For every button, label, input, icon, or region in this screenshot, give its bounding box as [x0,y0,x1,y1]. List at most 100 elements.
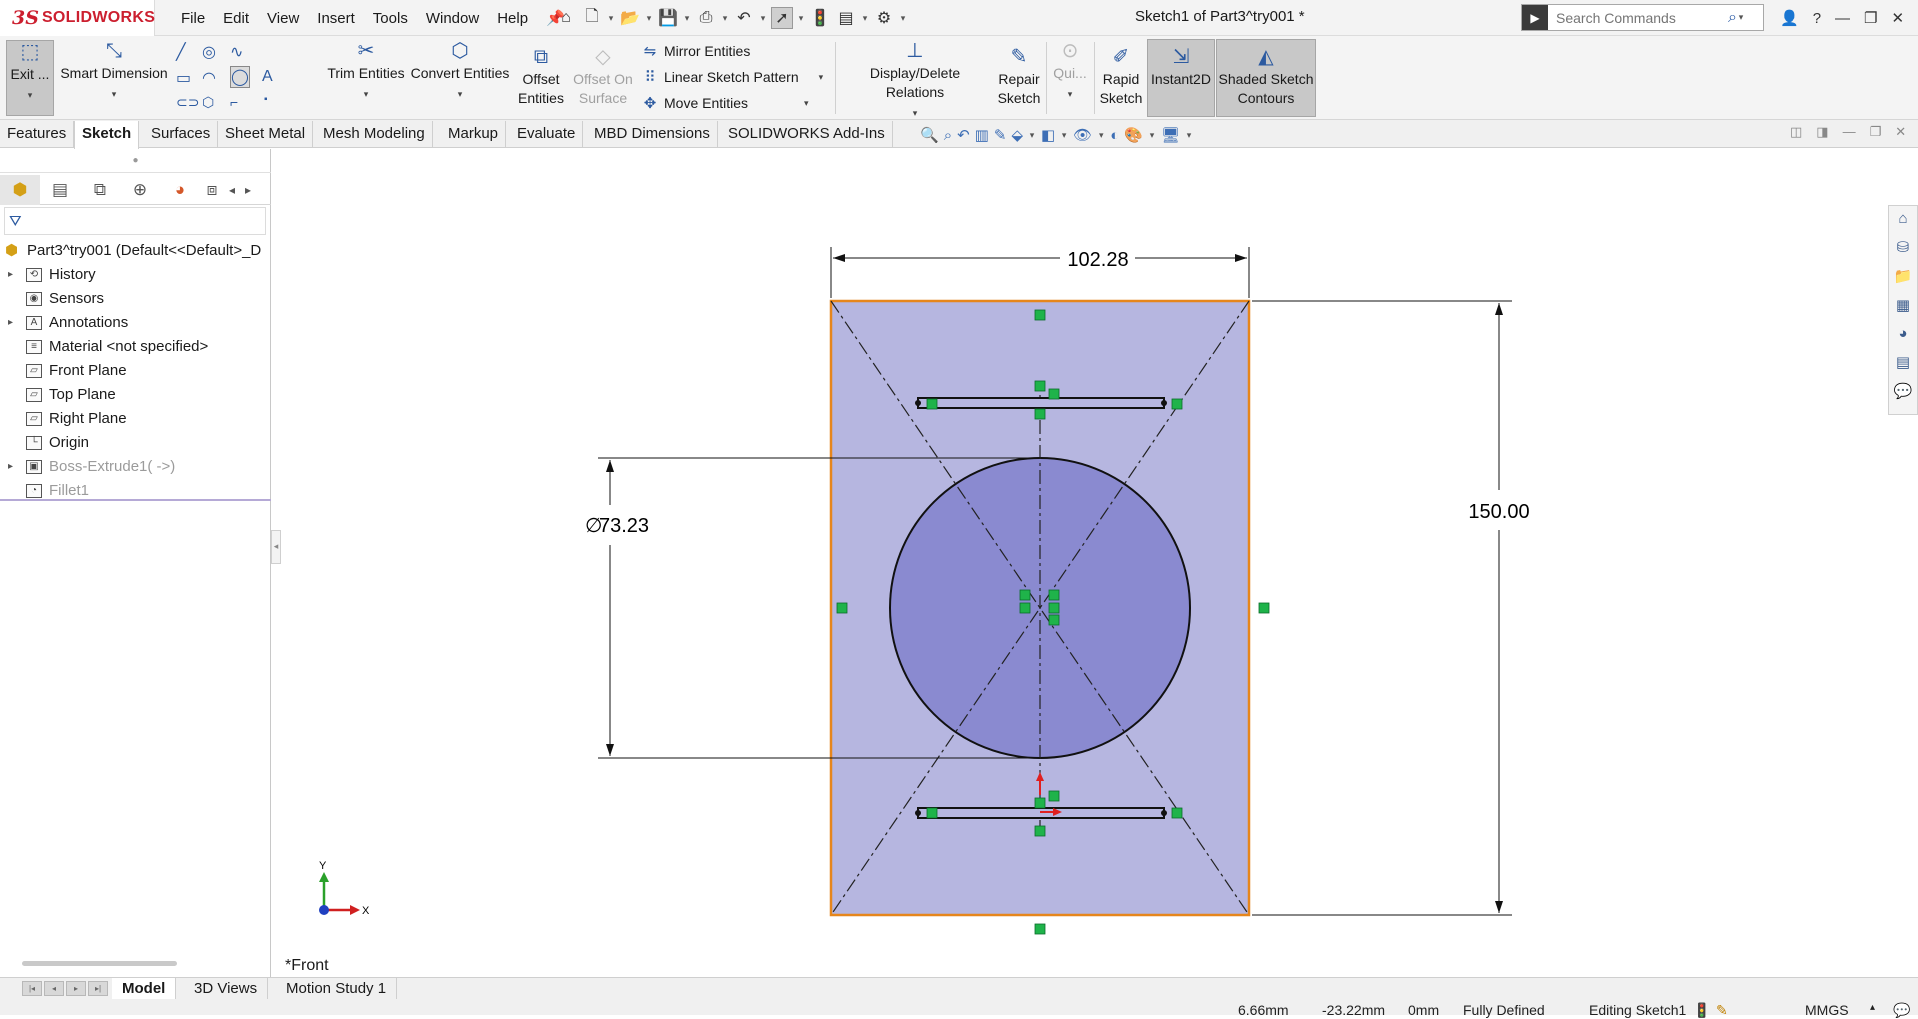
new-document-icon[interactable]: 🗋 [581,7,603,29]
chevron-down-icon[interactable]: ▾ [112,89,117,99]
open-icon[interactable]: 📂 [619,7,641,29]
panel-scroll-right-icon[interactable]: ▸ [240,175,256,205]
chevron-down-icon[interactable]: ▾ [364,89,369,99]
chevron-down-icon[interactable]: ▾ [683,13,691,24]
file-explorer-icon[interactable]: 📁 [1894,267,1913,285]
shaded-sketch-contours-button[interactable]: ◭ Shaded Sketch Contours [1216,39,1316,117]
exit-sketch-button[interactable]: ⬚ Exit ... ▾ [6,40,54,116]
chevron-down-icon[interactable]: ▾ [1185,130,1193,141]
linear-sketch-pattern-button[interactable]: ⠿ Linear Sketch Pattern ▾ [642,68,824,86]
quick-snaps-button[interactable]: ⊙ Qui... ▾ [1050,40,1090,116]
appearances-icon[interactable]: ◕ [1898,325,1907,342]
relation-marker-icon[interactable] [1034,797,1046,809]
file-properties-icon[interactable]: ▤ [835,7,857,29]
relation-marker-icon[interactable] [1171,398,1183,410]
menu-window[interactable]: Window [417,10,488,27]
width-dimension-text[interactable]: 102.28 [1067,249,1128,271]
expand-arrow-icon[interactable]: ▸ [8,263,13,287]
chevron-down-icon[interactable]: ▾ [913,108,918,118]
offset-on-surface-button[interactable]: ◇ Offset On Surface [570,46,636,116]
chevron-down-icon[interactable]: ▾ [1148,130,1156,141]
sketch-endpoint[interactable] [915,810,921,816]
arc-icon[interactable]: ◠ [202,68,216,88]
restore-icon[interactable]: ❐ [1864,9,1877,27]
rapid-sketch-button[interactable]: ✐ Rapid Sketch [1098,46,1144,116]
configurationmanager-tab-icon[interactable]: ⧉ [80,175,120,205]
tab-markup[interactable]: Markup [441,121,507,147]
point-icon[interactable]: ▪ [264,94,268,105]
zoom-to-fit-icon[interactable]: 🔍 [920,126,939,144]
tab-features[interactable]: Features [0,121,75,147]
displaymanager-tab-icon[interactable]: ◕ [160,175,200,205]
relation-marker-icon[interactable] [1048,790,1060,802]
tree-item-top-plane[interactable]: ▱ Top Plane [0,383,271,407]
home-icon[interactable]: ⌂ [555,7,577,29]
relation-marker-icon[interactable] [1048,602,1060,614]
diameter-dimension-text[interactable]: 73.23 [599,515,649,537]
sketch-endpoint[interactable] [1161,810,1167,816]
sketch-canvas[interactable]: 102.28 150.00 ∅ 73.23 Y X [272,149,1918,977]
menu-help[interactable]: Help [488,10,537,27]
chevron-down-icon[interactable]: ▾ [645,13,653,24]
first-tab-icon[interactable]: |◂ [22,981,42,996]
solidworks-logo[interactable]: 3S SOLIDWORKS [0,0,155,36]
width-dimension[interactable]: 102.28 [830,247,1250,298]
user-icon[interactable]: 👤 [1780,9,1799,27]
convert-entities-button[interactable]: ⬡ Convert Entities ▾ [410,40,510,116]
tab-solidworks-addins[interactable]: SOLIDWORKS Add-Ins [721,121,893,147]
featuremanager-tab-icon[interactable]: ⬢ [0,174,40,205]
doc-minimize-icon[interactable]: — [1843,124,1856,140]
forum-icon[interactable]: 💬 [1894,382,1913,400]
fillet-sketch-icon[interactable]: ⌐ [230,94,238,110]
prev-tab-icon[interactable]: ◂ [44,981,64,996]
tab-evaluate[interactable]: Evaluate [510,121,584,147]
relation-marker-icon[interactable] [1019,589,1031,601]
menu-file[interactable]: File [172,10,214,27]
options-gear-icon[interactable]: ⚙ [873,7,895,29]
tile-left-icon[interactable]: ◫ [1790,124,1802,140]
relation-marker-icon[interactable] [1034,825,1046,837]
relation-marker-icon[interactable] [1048,388,1060,400]
custom-properties-icon[interactable]: ▤ [1896,353,1910,371]
design-library-icon[interactable]: ⛁ [1897,238,1910,256]
relation-marker-icon[interactable] [1034,380,1046,392]
zoom-to-area-icon[interactable]: ⌕ [944,127,952,144]
tree-item-material-not-specified[interactable]: ≡ Material <not specified> [0,335,271,359]
doc-restore-icon[interactable]: ❐ [1870,124,1882,140]
polygon-icon[interactable]: ◯ [230,66,250,88]
tab-3d-views[interactable]: 3D Views [184,978,269,1000]
menu-tools[interactable]: Tools [364,10,417,27]
chevron-down-icon[interactable]: ▾ [797,13,805,24]
next-tab-icon[interactable]: ▸ [66,981,86,996]
tree-item-right-plane[interactable]: ▱ Right Plane [0,407,271,431]
line-icon[interactable]: ╱ [176,42,186,62]
chevron-down-icon[interactable]: ▾ [1097,130,1105,141]
tab-sheet-metal[interactable]: Sheet Metal [218,121,314,147]
tree-item-boss-extrude1[interactable]: ▸ ▣ Boss-Extrude1( ->) [0,455,271,479]
slot-icon[interactable]: ⊂⊃ [176,94,199,111]
apply-scene-icon[interactable]: 🎨 [1124,126,1143,144]
display-delete-relations-button[interactable]: ⊥ Display/Delete Relations ▾ [840,40,990,118]
solidworks-resources-icon[interactable]: ⌂ [1898,210,1907,227]
chevron-down-icon[interactable]: ▾ [1737,12,1745,23]
search-icon[interactable]: ⌕ [1728,9,1737,27]
text-tool-icon[interactable]: A [262,68,273,86]
menu-insert[interactable]: Insert [308,10,364,27]
height-dimension-text[interactable]: 150.00 [1468,501,1529,523]
display-style-icon[interactable]: ◧ [1041,126,1055,144]
feedback-icon[interactable]: 💬 [1893,1002,1910,1019]
chevron-down-icon[interactable]: ▾ [861,13,869,24]
circle-icon[interactable]: ◎ [202,42,216,62]
rollback-bar[interactable] [0,499,271,501]
doc-close-icon[interactable]: ✕ [1895,124,1906,140]
sketch-endpoint[interactable] [915,400,921,406]
tree-item-sensors[interactable]: ◉ Sensors [0,287,271,311]
panel-horizontal-scrollbar[interactable] [22,961,177,966]
mirror-entities-button[interactable]: ⇋ Mirror Entities [642,42,751,60]
tree-item-annotations[interactable]: ▸ A Annotations [0,311,271,335]
chevron-up-icon[interactable]: ▴ [1870,1002,1875,1013]
close-icon[interactable]: ✕ [1891,9,1904,27]
trim-entities-button[interactable]: ✂ Trim Entities ▾ [326,40,406,116]
tab-mbd-dimensions[interactable]: MBD Dimensions [587,121,718,147]
dimxpert-tab-icon[interactable]: ⊕ [120,175,160,205]
